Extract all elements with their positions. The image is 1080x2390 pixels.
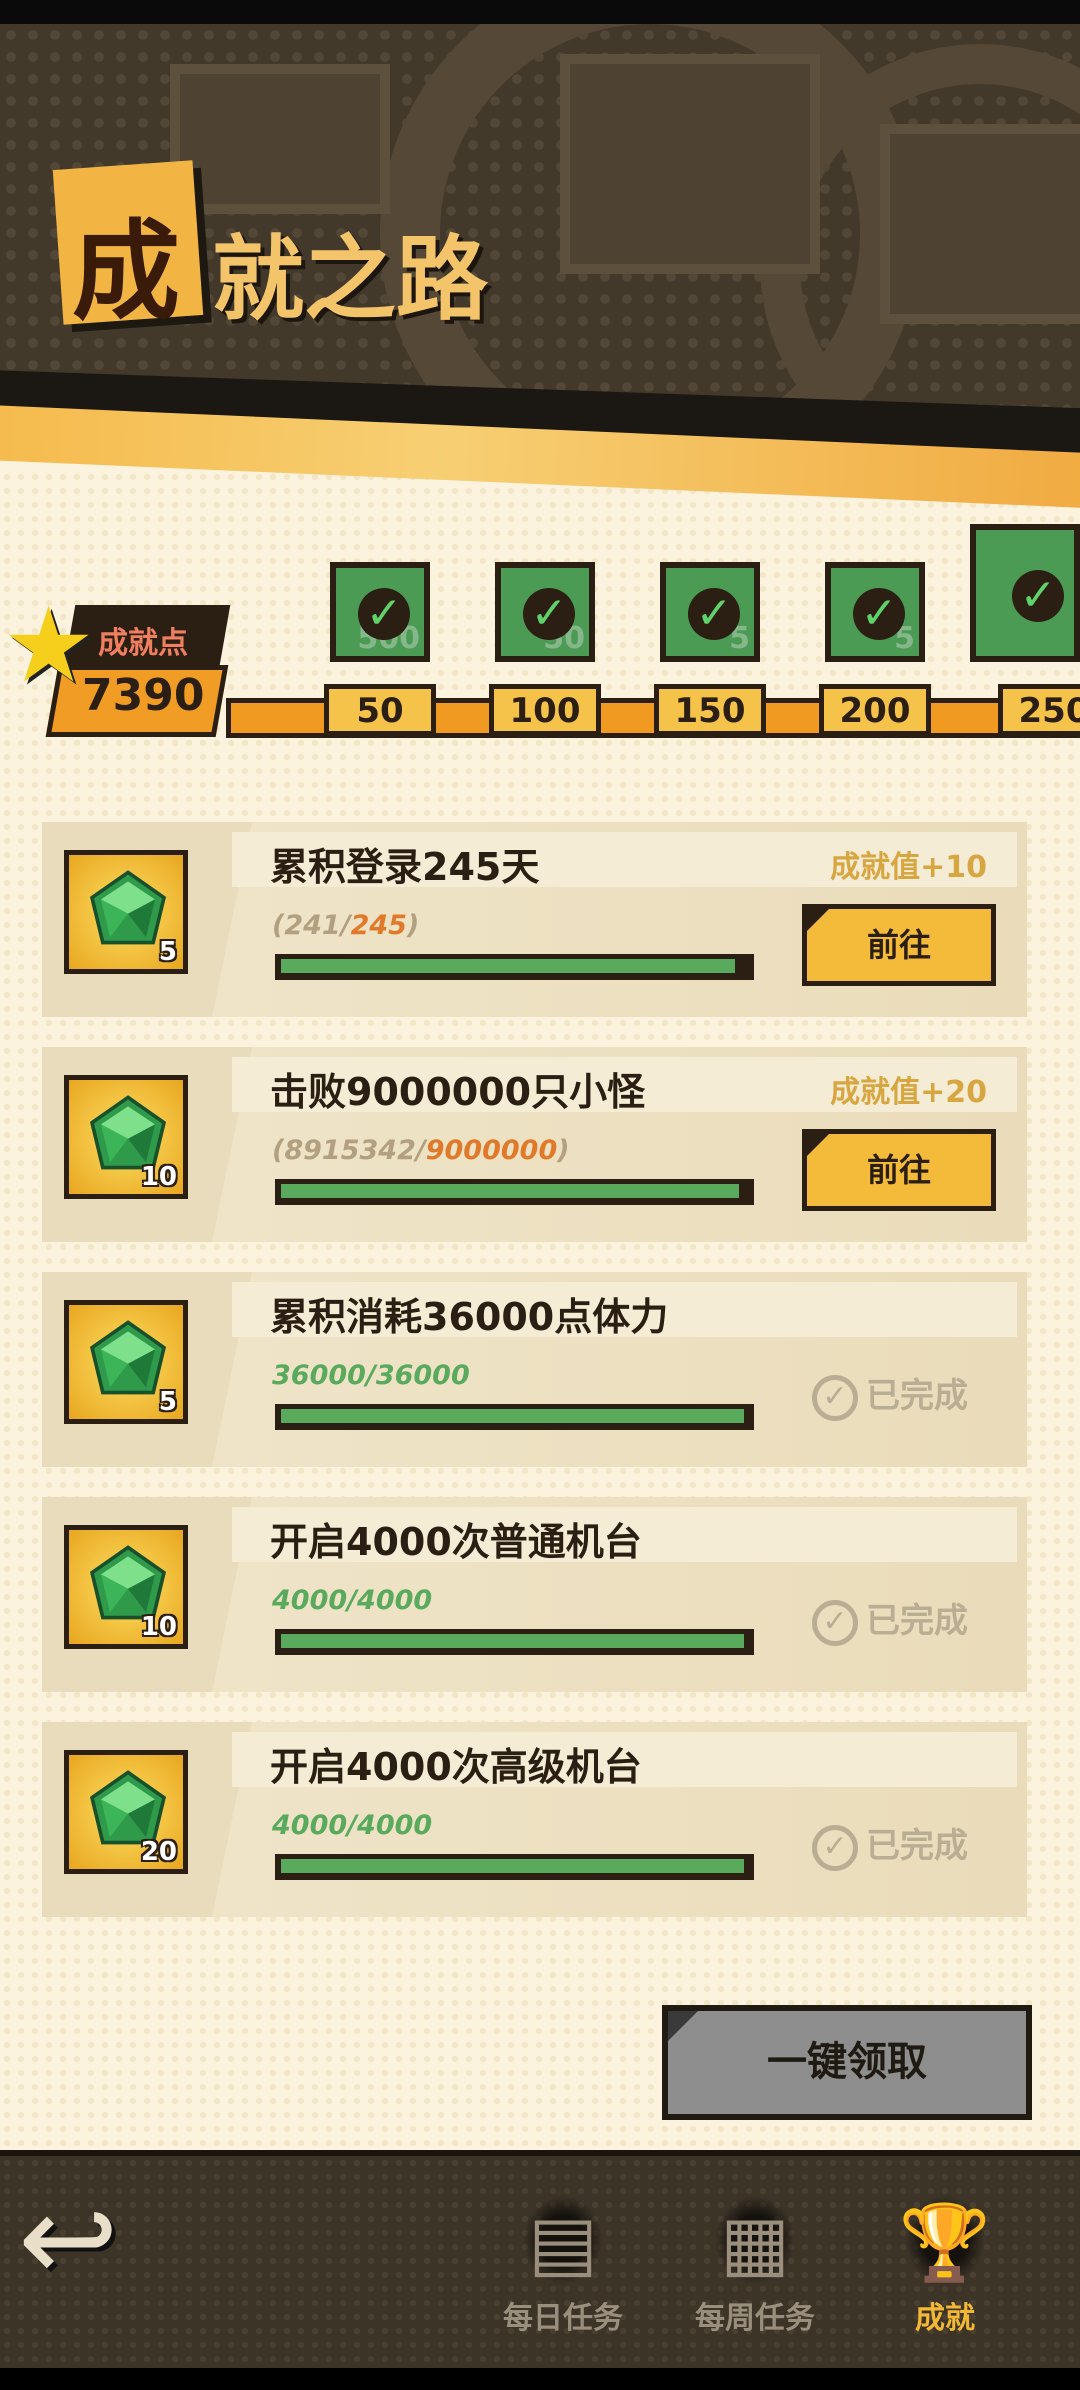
gem-count: 5 — [158, 1387, 177, 1417]
task-card: 10 开启4000次普通机台 4000/4000 ✓ 已完成 — [42, 1497, 1027, 1692]
gem-count: 10 — [140, 1162, 177, 1192]
task-progress-bar — [275, 954, 754, 980]
daily-tasks-icon: ▤ — [528, 2200, 598, 2286]
gem-reward: 10 — [64, 1075, 188, 1199]
checkmark-icon: ✓ — [1012, 570, 1064, 622]
page-title-first-char: 成 — [72, 210, 180, 335]
checkmark-icon: ✓ — [853, 588, 905, 640]
checkmark-icon: ✓ — [688, 588, 740, 640]
page-title: 就之路 — [212, 226, 489, 333]
checkmark-icon: ✓ — [358, 588, 410, 640]
reward-points: 成就值+20 — [830, 1075, 987, 1110]
gem-count: 20 — [140, 1837, 177, 1867]
task-card: 20 开启4000次高级机台 4000/4000 ✓ 已完成 — [42, 1722, 1027, 1917]
completed-status: ✓ 已完成 — [812, 1368, 968, 1421]
checkmark-icon: ✓ — [523, 588, 575, 640]
completed-status: ✓ 已完成 — [812, 1593, 968, 1646]
task-title: 累积登录245天 — [270, 845, 540, 889]
trophy-icon: 🏆 — [898, 2200, 992, 2286]
task-progress-text: (241/245) — [272, 910, 420, 941]
tab-achievements[interactable]: 🏆 成就 — [870, 2185, 1020, 2336]
points-label: 成就点 — [98, 626, 188, 661]
claim-all-button[interactable]: 一键领取 — [662, 2005, 1032, 2120]
check-circle-icon: ✓ — [812, 1374, 858, 1421]
gem-count: 10 — [140, 1612, 177, 1642]
gem-reward: 20 — [64, 1750, 188, 1874]
reward-points: 成就值+10 — [830, 850, 987, 885]
go-button[interactable]: 前往 — [802, 1129, 996, 1211]
check-circle-icon: ✓ — [812, 1824, 858, 1871]
task-title: 击败9000000只小怪 — [270, 1070, 646, 1114]
system-nav-bar — [0, 2368, 1080, 2390]
points-value: 7390 — [82, 670, 205, 721]
task-title: 累积消耗36000点体力 — [270, 1295, 669, 1339]
task-progress-text: (8915342/9000000) — [272, 1135, 570, 1166]
task-title: 开启4000次普通机台 — [270, 1520, 642, 1564]
gem-count: 5 — [158, 937, 177, 967]
weekly-tasks-icon: ▦ — [720, 2200, 790, 2286]
gem-reward: 10 — [64, 1525, 188, 1649]
task-progress-bar — [275, 1179, 754, 1205]
task-progress-text: 36000/36000 — [272, 1360, 470, 1391]
go-button[interactable]: 前往 — [802, 904, 996, 986]
task-progress-text: 4000/4000 — [272, 1585, 433, 1616]
task-card: 10 击败9000000只小怪 成就值+20 (8915342/9000000) 前往 — [42, 1047, 1027, 1242]
back-arrow-icon[interactable]: ↩ — [18, 2180, 148, 2300]
status-bar — [0, 0, 1080, 24]
task-card: 5 累积消耗36000点体力 36000/36000 ✓ 已完成 — [42, 1272, 1027, 1467]
task-progress-bar — [275, 1629, 754, 1655]
tab-daily-tasks[interactable]: ▤ 每日任务 — [488, 2185, 638, 2336]
gem-reward: 5 — [64, 1300, 188, 1424]
gem-reward: 5 — [64, 850, 188, 974]
task-title: 开启4000次高级机台 — [270, 1745, 642, 1789]
task-progress-bar — [275, 1854, 754, 1880]
check-circle-icon: ✓ — [812, 1599, 858, 1646]
task-progress-text: 4000/4000 — [272, 1810, 433, 1841]
tab-weekly-tasks[interactable]: ▦ 每周任务 — [680, 2185, 830, 2336]
task-card: 5 累积登录245天 成就值+10 (241/245) 前往 — [42, 822, 1027, 1017]
star-icon: ★ — [2, 584, 96, 706]
completed-status: ✓ 已完成 — [812, 1818, 968, 1871]
task-progress-bar — [275, 1404, 754, 1430]
achievement-screen: 成 就之路 ★ 成就点 7390 500✓ 50 50✓ 100 5✓ 150 … — [0, 0, 1080, 2390]
